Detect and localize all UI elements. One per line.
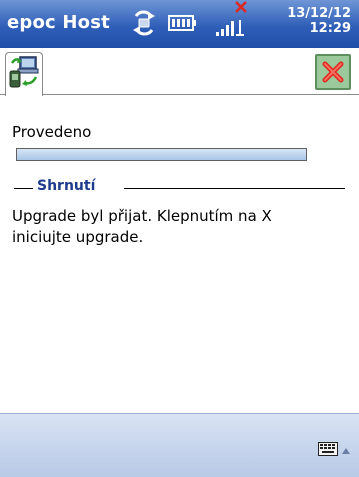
progress-bar: [16, 148, 307, 161]
date-text: 13/12/12: [287, 6, 351, 21]
signal-icon[interactable]: [214, 10, 248, 40]
clock[interactable]: 13/12/12 12:29: [287, 6, 351, 36]
time-text: 12:29: [309, 21, 351, 36]
title-bar: epoc Host 13/12/12 12:29: [0, 0, 359, 48]
close-upgrade-button[interactable]: [315, 54, 351, 90]
tab-row: [0, 48, 359, 96]
keyboard-icon[interactable]: [318, 442, 338, 456]
status-label: Provedeno: [12, 123, 92, 141]
tab-devices[interactable]: [5, 52, 43, 96]
tab-divider: [0, 94, 359, 95]
sync-icon[interactable]: [130, 9, 158, 37]
no-connection-icon: [235, 1, 247, 13]
app-title[interactable]: epoc Host: [7, 12, 110, 33]
main-content: Provedeno Shrnutí Upgrade byl přijat. Kl…: [0, 96, 359, 413]
summary-heading: Shrnutí: [37, 178, 96, 194]
device-screen: epoc Host 13/12/12 12:29 Provedeno Shrnu…: [0, 0, 359, 477]
close-icon: [322, 61, 344, 83]
section-divider-right: [124, 188, 345, 189]
section-divider-left: [14, 188, 33, 189]
bottom-menu-bar: [0, 413, 359, 477]
input-panel-arrow-icon[interactable]: [342, 448, 350, 454]
summary-text: Upgrade byl přijat. Klepnutím na X inici…: [12, 207, 272, 246]
battery-icon[interactable]: [168, 14, 198, 32]
devices-sync-icon: [9, 56, 39, 88]
